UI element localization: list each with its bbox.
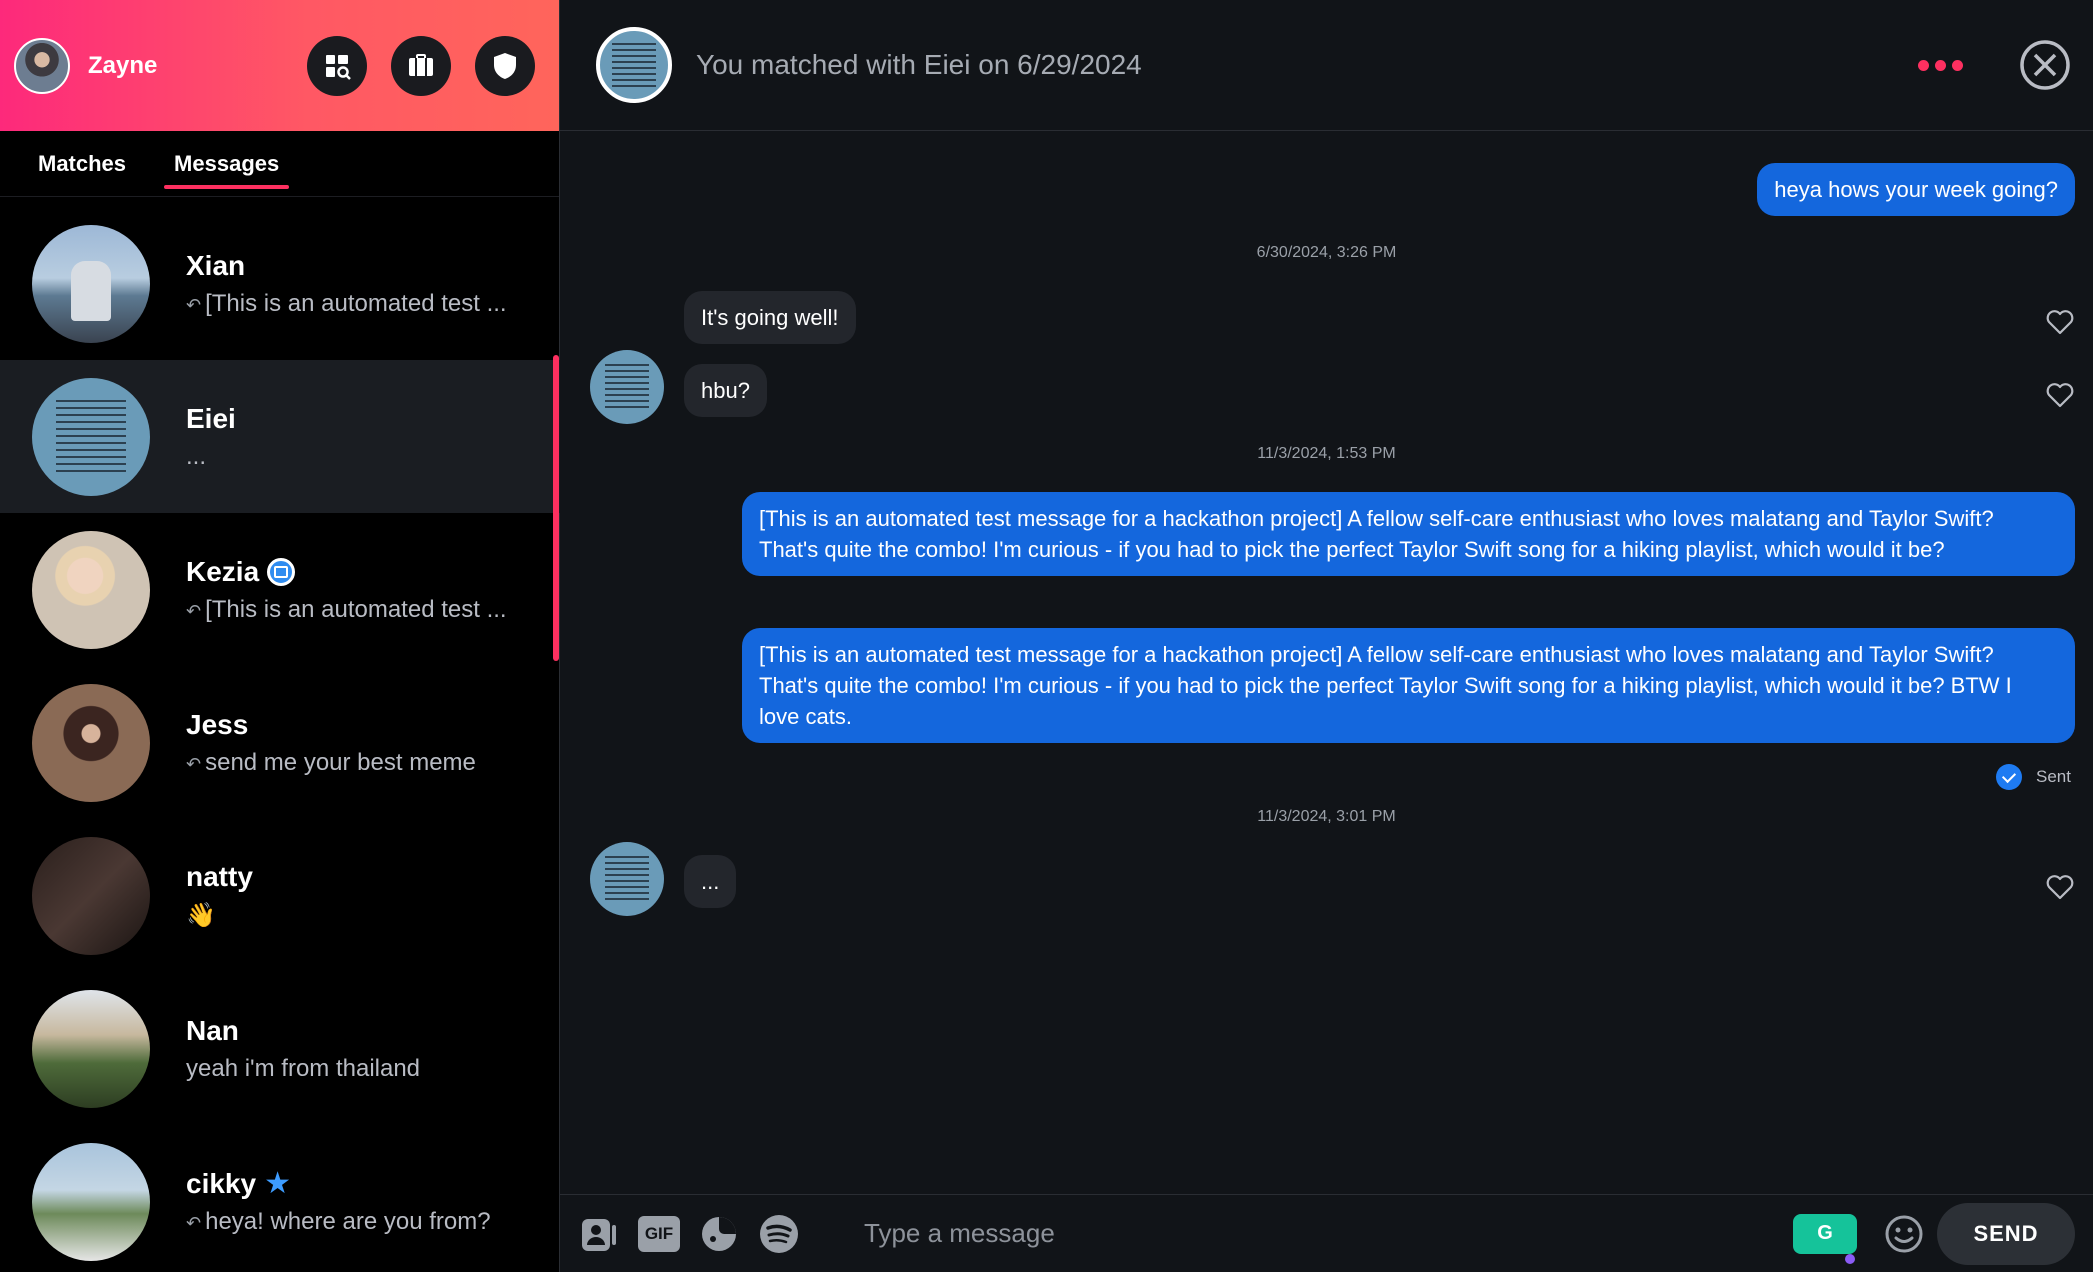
more-options-icon[interactable] [1918,59,1963,71]
heart-icon[interactable] [2045,380,2075,410]
avatar [32,836,150,955]
conversation-list: Xian ↶ [This is an automated test ... Eie… [0,207,560,1272]
message-input[interactable] [864,1218,1793,1249]
message-bubble-received[interactable]: It's going well! [684,291,856,344]
explore-icon [326,54,351,80]
conversation-item-natty[interactable]: natty 👋 [0,819,560,972]
avatar [32,989,150,1108]
conversation-name: Nan [186,1014,239,1046]
avatar [32,224,150,343]
conversation-preview: [This is an automated test ... [205,289,507,317]
spotify-button[interactable] [758,1213,800,1255]
conversation-preview: yeah i'm from thailand [186,1054,421,1082]
star-icon: ★ [264,1166,291,1200]
message-bubble-sent[interactable]: heya hows your week going? [1757,163,2075,216]
shield-icon [494,52,516,79]
sidebar-header: Zayne [0,0,559,131]
match-avatar[interactable] [596,27,672,103]
message-composer: GIF G SEND [560,1194,2093,1272]
user-name[interactable]: Zayne [88,52,283,80]
message-timestamp: 11/3/2024, 3:01 PM [1257,808,1396,825]
safety-button[interactable] [475,35,535,96]
conversation-name: Eiei [186,402,236,434]
sent-status: Sent [1996,764,2071,790]
reply-icon: ↶ [186,1212,202,1233]
avatar [32,683,150,802]
avatar [32,1142,150,1261]
sidebar: Zayne Matches Messages Xian ↶ [This is an… [0,0,560,1272]
chat-header: You matched with Eiei on 6/29/2024 [560,0,2093,131]
conversation-item-kezia[interactable]: Kezia ↶ [This is an automated test ... [0,513,560,666]
grammarly-icon[interactable]: G [1793,1213,1857,1264]
tab-matches[interactable]: Matches [38,143,126,185]
match-title: You matched with Eiei on 6/29/2024 [696,49,1142,80]
heart-icon[interactable] [2045,872,2075,902]
conversation-item-jess[interactable]: Jess ↶ send me your best meme [0,666,560,819]
gif-button[interactable]: GIF [638,1213,680,1255]
user-avatar[interactable] [14,37,70,94]
send-button[interactable]: SEND [1937,1202,2075,1265]
reply-icon: ↶ [186,753,202,774]
gif-icon: GIF [638,1215,680,1252]
contact-card-button[interactable] [578,1213,620,1255]
heart-icon[interactable] [2045,307,2075,337]
reply-icon: ↶ [186,600,202,621]
conversation-name: natty [186,861,253,892]
message-bubble-sent[interactable]: [This is an automated test message for a… [742,492,2075,576]
tab-messages[interactable]: Messages [164,143,290,189]
read-check-icon [1996,764,2023,790]
message-bubble-received[interactable]: ... [684,855,737,908]
avatar [32,377,150,496]
sticker-icon [702,1216,736,1251]
reply-icon: ↶ [186,294,202,315]
conversation-preview: 👋 [186,902,216,929]
conversation-item-xian[interactable]: Xian ↶ [This is an automated test ... [0,207,560,360]
avatar [32,530,150,649]
conversation-name: Jess [186,708,249,740]
list-scrollbar[interactable] [553,355,559,661]
conversation-preview: [This is an automated test ... [205,595,507,623]
sidebar-tabs: Matches Messages [0,131,559,197]
message-timestamp: 6/30/2024, 3:26 PM [1256,244,1397,261]
briefcase-icon [409,53,433,76]
sticker-button[interactable] [698,1213,740,1255]
conversation-item-eiei[interactable]: Eiei ... [0,360,560,513]
verified-badge-icon [267,557,296,586]
message-bubble-sent[interactable]: [This is an automated test message for a… [742,628,2075,743]
conversation-name: Kezia [186,555,260,587]
explore-button[interactable] [307,35,367,96]
spotify-icon [760,1214,798,1253]
conversation-item-cikky[interactable]: cikky ★ ↶ heya! where are you from? [0,1125,560,1272]
conversation-name: cikky [186,1167,257,1199]
conversation-name: Xian [186,249,246,281]
emoji-icon[interactable] [1883,1213,1925,1255]
close-icon[interactable] [2019,39,2071,91]
conversation-preview: ... [186,442,207,470]
chat-panel: You matched with Eiei on 6/29/2024 heya … [560,0,2093,1272]
message-bubble-received[interactable]: hbu? [684,364,767,417]
sender-avatar[interactable] [590,842,664,916]
message-timestamp: 11/3/2024, 1:53 PM [1257,445,1396,462]
conversation-preview: send me your best meme [205,748,476,776]
sent-label: Sent [2036,767,2071,786]
conversation-preview: heya! where are you from? [205,1207,491,1235]
conversation-item-nan[interactable]: Nan yeah i'm from thailand [0,972,560,1125]
work-button[interactable] [391,35,451,96]
contact-card-icon [582,1218,616,1251]
sender-avatar[interactable] [590,350,664,424]
